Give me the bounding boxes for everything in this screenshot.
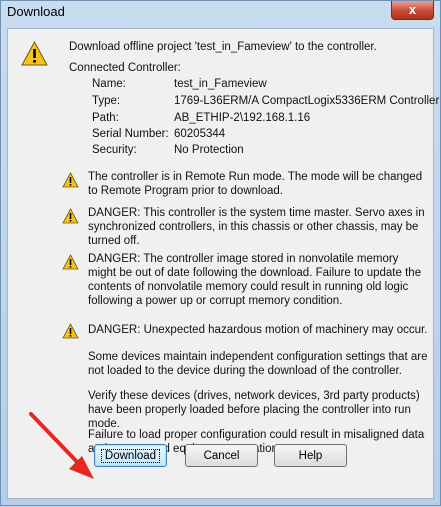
title-bar[interactable]: Download x	[1, 1, 440, 23]
warning-icon	[21, 41, 48, 66]
warning-icon	[62, 172, 79, 188]
warning-icon	[62, 208, 79, 224]
warning-remote-run: The controller is in Remote Run mode. Th…	[88, 171, 423, 197]
help-button[interactable]: Help	[274, 444, 347, 467]
warning-nonvolatile-memory: DANGER: The controller image stored in n…	[88, 253, 422, 307]
type-label: Type:	[92, 95, 121, 107]
warning-hazardous-motion: DANGER: Unexpected hazardous motion of m…	[88, 324, 428, 336]
cancel-button[interactable]: Cancel	[185, 444, 258, 467]
warning-icon	[62, 254, 79, 270]
window-title: Download	[7, 4, 65, 19]
connected-heading: Connected Controller:	[69, 62, 181, 74]
note-verify-devices: Verify these devices (drives, network de…	[88, 390, 420, 430]
path-value: AB_ETHIP-2\192.168.1.16	[174, 112, 311, 124]
name-value: test_in_Fameview	[174, 78, 267, 90]
download-button-label: Download	[100, 448, 161, 463]
security-value: No Protection	[174, 144, 244, 156]
type-value: 1769-L36ERM/A CompactLogix5336ERM Contro…	[174, 95, 440, 107]
security-label: Security:	[92, 144, 137, 156]
warning-time-master: DANGER: This controller is the system ti…	[88, 207, 425, 247]
close-button[interactable]: x	[391, 1, 434, 20]
serial-value: 60205344	[174, 128, 226, 140]
note-independent-config: Some devices maintain independent config…	[88, 351, 428, 377]
dialog-body: Download offline project 'test_in_Famevi…	[7, 28, 439, 499]
intro-text: Download offline project 'test_in_Famevi…	[69, 41, 377, 53]
download-button[interactable]: Download	[94, 444, 167, 467]
serial-label: Serial Number:	[92, 128, 169, 140]
download-dialog: Download x Download offline project 'tes…	[0, 0, 441, 506]
warning-icon	[62, 323, 79, 339]
path-label: Path:	[92, 112, 119, 124]
name-label: Name:	[92, 78, 126, 90]
